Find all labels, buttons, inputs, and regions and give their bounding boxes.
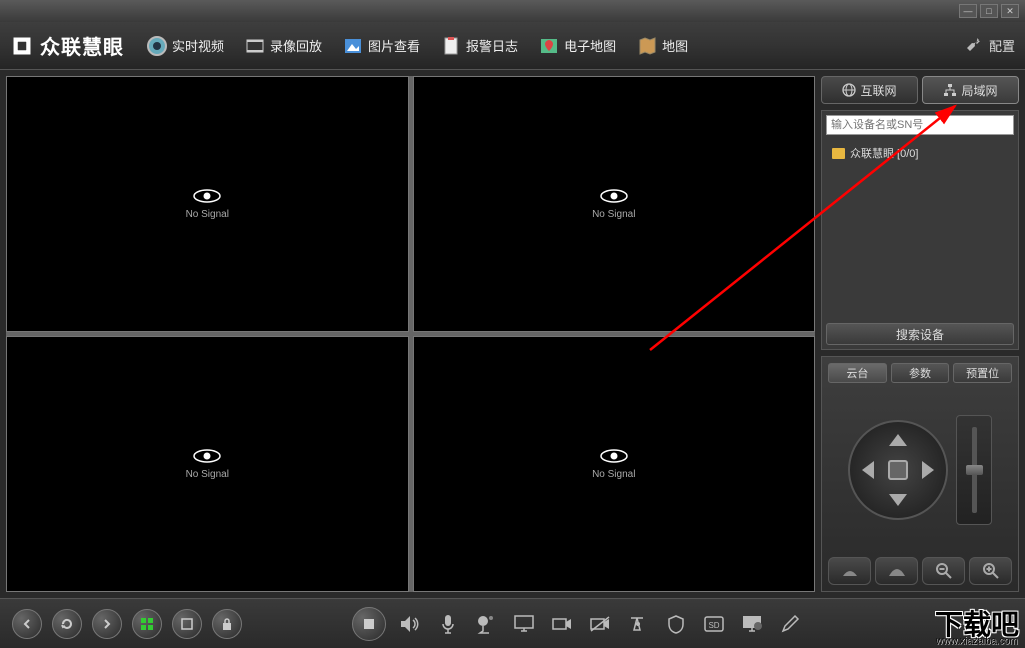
no-signal-label: No Signal — [186, 469, 229, 480]
video-cell-3[interactable]: No Signal — [6, 336, 409, 592]
next-page-button[interactable] — [92, 609, 122, 639]
monitor-icon[interactable] — [510, 610, 538, 638]
shield-icon[interactable] — [662, 610, 690, 638]
ptz-speed-slider[interactable] — [956, 415, 992, 525]
edit-icon[interactable] — [776, 610, 804, 638]
logo-icon — [5, 29, 39, 63]
device-panel: 众联慧眼 [0/0] 搜索设备 — [821, 110, 1019, 350]
nav-emap[interactable]: 电子地图 — [530, 31, 624, 61]
ptz-panel: 云台 参数 预置位 — [821, 356, 1019, 592]
location-icon — [538, 35, 560, 57]
nav-map[interactable]: 地图 — [628, 31, 696, 61]
tab-lan[interactable]: 局域网 — [922, 76, 1019, 104]
eye-icon — [600, 449, 628, 463]
lock-button[interactable] — [212, 609, 242, 639]
nav-playback[interactable]: 录像回放 — [236, 31, 330, 61]
video-cell-4[interactable]: No Signal — [413, 336, 816, 592]
ptz-up-button[interactable] — [889, 434, 907, 446]
device-search-input[interactable] — [826, 115, 1014, 135]
nav-alarm-log[interactable]: 报警日志 — [432, 31, 526, 61]
prev-page-button[interactable] — [12, 609, 42, 639]
video-cell-2[interactable]: No Signal — [413, 76, 816, 332]
picture-icon — [342, 35, 364, 57]
app-title: 众联慧眼 — [40, 31, 124, 60]
search-device-button[interactable]: 搜索设备 — [826, 323, 1014, 345]
speaker-icon[interactable] — [396, 610, 424, 638]
maximize-button[interactable]: □ — [980, 4, 998, 18]
clipboard-icon — [440, 35, 462, 57]
mic-icon[interactable] — [434, 610, 462, 638]
iris-open-button[interactable] — [875, 557, 918, 585]
ptz-tab-ptz[interactable]: 云台 — [828, 363, 887, 383]
camera-lens-icon — [146, 35, 168, 57]
wrench-icon — [963, 35, 985, 57]
eye-icon — [193, 189, 221, 203]
display-settings-icon[interactable] — [738, 610, 766, 638]
ptz-tab-preset[interactable]: 预置位 — [953, 363, 1012, 383]
ptz-down-button[interactable] — [889, 494, 907, 506]
layout-button[interactable] — [132, 609, 162, 639]
camera-record-icon[interactable] — [548, 610, 576, 638]
tree-root-node[interactable]: 众联慧眼 [0/0] — [832, 145, 1008, 161]
ptz-tab-param[interactable]: 参数 — [891, 363, 950, 383]
ptz-left-button[interactable] — [862, 461, 874, 479]
ptz-stop-button[interactable] — [888, 460, 908, 480]
main-toolbar: 众联慧眼 实时视频 录像回放 图片查看 报警日志 — [0, 22, 1025, 70]
snapshot-icon[interactable] — [624, 610, 652, 638]
no-signal-label: No Signal — [186, 209, 229, 220]
device-tree[interactable]: 众联慧眼 [0/0] — [822, 139, 1018, 319]
nav-image-view[interactable]: 图片查看 — [334, 31, 428, 61]
talk-icon[interactable] — [472, 610, 500, 638]
folder-icon — [832, 148, 845, 159]
no-signal-label: No Signal — [592, 469, 635, 480]
lan-icon — [943, 83, 957, 97]
film-icon — [244, 35, 266, 57]
eye-icon — [600, 189, 628, 203]
sd-card-icon[interactable]: SD — [700, 610, 728, 638]
zoom-in-button[interactable] — [969, 557, 1012, 585]
fullscreen-button[interactable] — [172, 609, 202, 639]
tab-internet[interactable]: 互联网 — [821, 76, 918, 104]
no-signal-label: No Signal — [592, 209, 635, 220]
stop-button[interactable] — [352, 607, 386, 641]
app-logo: 众联慧眼 — [10, 31, 124, 60]
video-grid: No Signal No Signal No Signal No Signal — [6, 76, 815, 592]
ptz-dpad — [848, 420, 948, 520]
svg-text:SD: SD — [708, 621, 719, 630]
disable-video-icon[interactable] — [586, 610, 614, 638]
iris-close-button[interactable] — [828, 557, 871, 585]
video-cell-1[interactable]: No Signal — [6, 76, 409, 332]
close-button[interactable]: ✕ — [1001, 4, 1019, 18]
map-icon — [636, 35, 658, 57]
eye-icon — [193, 449, 221, 463]
nav-config[interactable]: 配置 — [963, 35, 1015, 57]
zoom-out-button[interactable] — [922, 557, 965, 585]
minimize-button[interactable]: — — [959, 4, 977, 18]
bottom-toolbar: SD — [0, 598, 1025, 648]
cycle-button[interactable] — [52, 609, 82, 639]
ptz-right-button[interactable] — [922, 461, 934, 479]
globe-icon — [842, 83, 856, 97]
nav-live-video[interactable]: 实时视频 — [138, 31, 232, 61]
